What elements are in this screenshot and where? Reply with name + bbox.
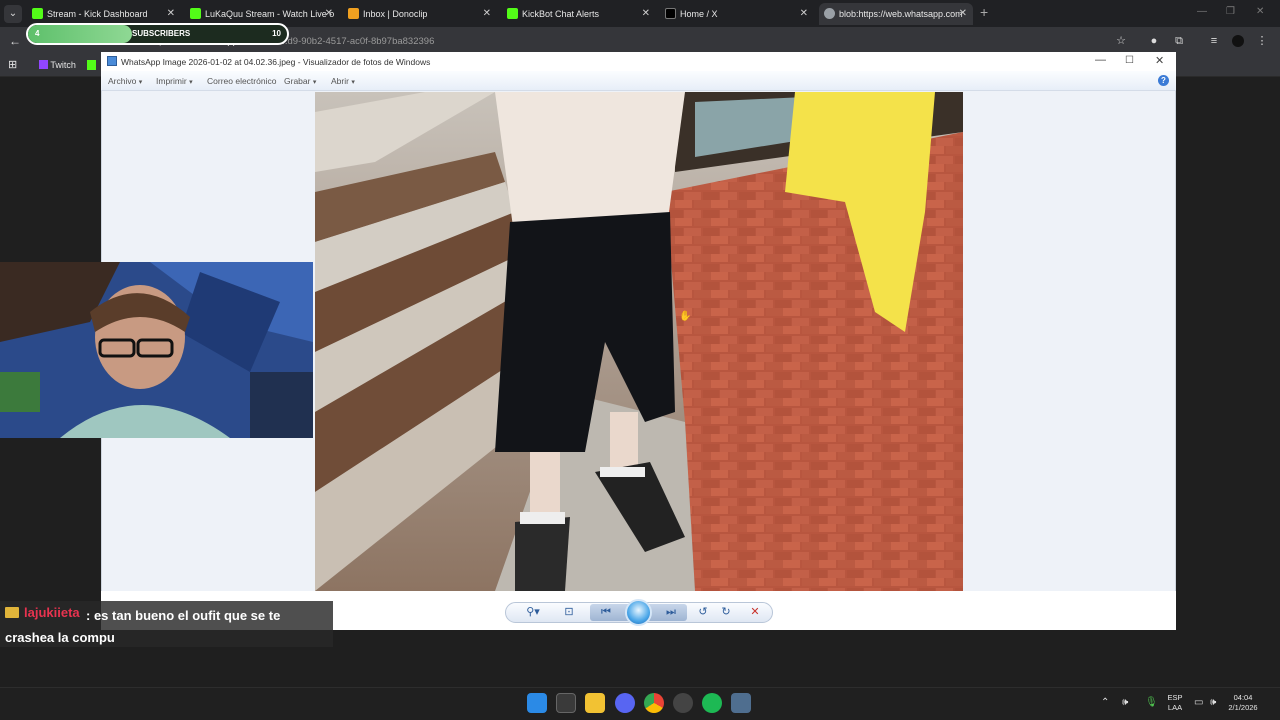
next-icon[interactable]: ⏭	[661, 605, 681, 620]
menu-label: Grabar	[284, 76, 311, 86]
menu-label: Imprimir	[156, 76, 187, 86]
close-icon[interactable]: ✕	[1155, 54, 1164, 67]
mouse-cursor: ✋	[679, 311, 692, 322]
close-icon[interactable]: ✕	[483, 3, 491, 25]
delete-icon[interactable]: ✕	[747, 605, 763, 620]
close-icon[interactable]: ✕	[325, 3, 333, 25]
tab-kickbot[interactable]: KickBot Chat Alerts ✕	[502, 3, 656, 25]
maximize-icon[interactable]: ❐	[1226, 6, 1235, 17]
chat-message: : es tan bueno el oufit que se te crashe…	[5, 605, 325, 649]
clock-date: 2/1/2026	[1228, 703, 1258, 712]
back-icon[interactable]: ←	[9, 34, 21, 48]
tray-overflow-icon[interactable]: ⌃	[1101, 697, 1109, 708]
tab-whatsapp-blob[interactable]: blob:https://web.whatsapp.com ✕	[819, 3, 973, 25]
previous-icon[interactable]: ⏮	[596, 605, 616, 620]
tab-search-button[interactable]: ⌄	[4, 5, 22, 23]
close-icon[interactable]: ✕	[959, 3, 967, 25]
chrome-icon[interactable]	[644, 693, 664, 713]
microphone-icon[interactable]: 🎙	[1145, 697, 1158, 708]
kick-icon	[32, 8, 43, 19]
spotify-icon[interactable]	[702, 693, 722, 713]
tab-label: Home / X	[680, 9, 718, 19]
close-icon[interactable]: ✕	[642, 3, 650, 25]
new-tab-button[interactable]: +	[980, 4, 988, 20]
bookmark-twitch[interactable]: Twitch	[39, 60, 76, 70]
bookmark-star-icon[interactable]: ☆	[1115, 35, 1127, 47]
subscriber-progress-fill	[28, 25, 132, 43]
tab-label: Inbox | Donoclip	[363, 9, 428, 19]
tab-x-home[interactable]: Home / X ✕	[660, 3, 814, 25]
extensions-puzzle-icon[interactable]: ⧉	[1173, 35, 1185, 47]
obs-icon[interactable]	[673, 693, 693, 713]
store-icon[interactable]	[556, 693, 576, 713]
webcam-image	[0, 262, 313, 438]
menu-label: Archivo	[108, 76, 137, 86]
menu-kebab-icon[interactable]: ⋮	[1256, 35, 1268, 47]
tab-label: Stream - Kick Dashboard	[47, 9, 148, 19]
help-icon[interactable]: ?	[1158, 75, 1169, 86]
globe-icon	[824, 8, 835, 19]
discord-icon[interactable]	[615, 693, 635, 713]
webcam-feed	[0, 262, 313, 438]
subscriber-goal-bar: 4 SUBSCRIBERS 10	[26, 23, 289, 45]
slideshow-icon[interactable]	[625, 599, 652, 626]
file-explorer-icon[interactable]	[585, 693, 605, 713]
network-icon[interactable]: ▭	[1194, 697, 1203, 708]
rotate-right-icon[interactable]: ↻	[718, 605, 734, 620]
minimize-icon[interactable]: —	[1095, 54, 1106, 66]
actual-size-icon[interactable]: ⊡	[560, 605, 578, 620]
menu-label: Correo electrónico	[207, 76, 277, 86]
tab-kick-watch[interactable]: LuKaQuu Stream - Watch Live o ✕	[185, 3, 339, 25]
outfit-photo-image	[315, 92, 963, 591]
clock[interactable]: 04:04 2/1/2026	[1226, 693, 1260, 713]
tab-label: LuKaQuu Stream - Watch Live o	[205, 9, 335, 19]
tab-kick-dashboard[interactable]: Stream - Kick Dashboard ✕	[27, 3, 181, 25]
menu-correo[interactable]: Correo electrónico	[207, 76, 276, 86]
extension-icon[interactable]: ●	[1148, 35, 1160, 47]
twitch-icon	[39, 60, 48, 69]
clock-time: 04:04	[1233, 693, 1253, 702]
start-button-icon[interactable]	[527, 693, 547, 713]
kick-icon	[190, 8, 201, 19]
keyboard-layout: LAA	[1167, 703, 1183, 712]
maximize-icon[interactable]: ☐	[1125, 55, 1134, 66]
close-window-icon[interactable]: ✕	[1256, 6, 1264, 17]
donoclip-icon	[348, 8, 359, 19]
menu-archivo[interactable]: Archivo ▾	[108, 76, 142, 86]
subscriber-goal: 10	[272, 29, 281, 38]
tab-label: blob:https://web.whatsapp.com	[839, 9, 963, 19]
minimize-icon[interactable]: —	[1197, 6, 1207, 17]
profile-avatar[interactable]	[1232, 35, 1244, 47]
subscriber-label: SUBSCRIBERS	[132, 29, 191, 38]
kick-bookmark-icon[interactable]	[87, 60, 96, 70]
subscriber-current: 4	[35, 29, 40, 38]
language-indicator[interactable]: ESP LAA	[1163, 693, 1187, 713]
apps-grid-icon[interactable]: ⊞	[8, 58, 17, 71]
photo-viewer-app-icon	[107, 56, 117, 66]
window-title: WhatsApp Image 2026-01-02 at 04.02.36.jp…	[121, 57, 431, 67]
menu-grabar[interactable]: Grabar ▾	[284, 76, 316, 86]
displayed-photo	[315, 92, 963, 591]
kick-icon	[507, 8, 518, 19]
volume-icon[interactable]: 🕪	[1210, 697, 1216, 708]
tab-label: KickBot Chat Alerts	[522, 9, 600, 19]
media-controls-icon[interactable]: ≡	[1208, 35, 1220, 47]
chat-separator: :	[86, 608, 94, 623]
windows-taskbar	[0, 687, 1280, 720]
close-icon[interactable]: ✕	[167, 3, 175, 25]
menu-imprimir[interactable]: Imprimir ▾	[156, 76, 193, 86]
tab-donoclip[interactable]: Inbox | Donoclip ✕	[343, 3, 497, 25]
rotate-left-icon[interactable]: ↺	[695, 605, 711, 620]
menu-label: Abrir	[331, 76, 349, 86]
zoom-icon[interactable]: ⚲▾	[522, 605, 544, 620]
bookmark-label: Twitch	[50, 60, 76, 70]
x-logo-icon	[665, 8, 676, 19]
speaker-icon[interactable]: 🕪	[1122, 697, 1128, 708]
chat-message-text: es tan bueno el oufit que se te crashea …	[5, 608, 281, 645]
close-icon[interactable]: ✕	[800, 3, 808, 25]
menu-abrir[interactable]: Abrir ▾	[331, 76, 355, 86]
photo-viewer-taskbar-icon[interactable]	[731, 693, 751, 713]
language-code: ESP	[1167, 693, 1183, 702]
